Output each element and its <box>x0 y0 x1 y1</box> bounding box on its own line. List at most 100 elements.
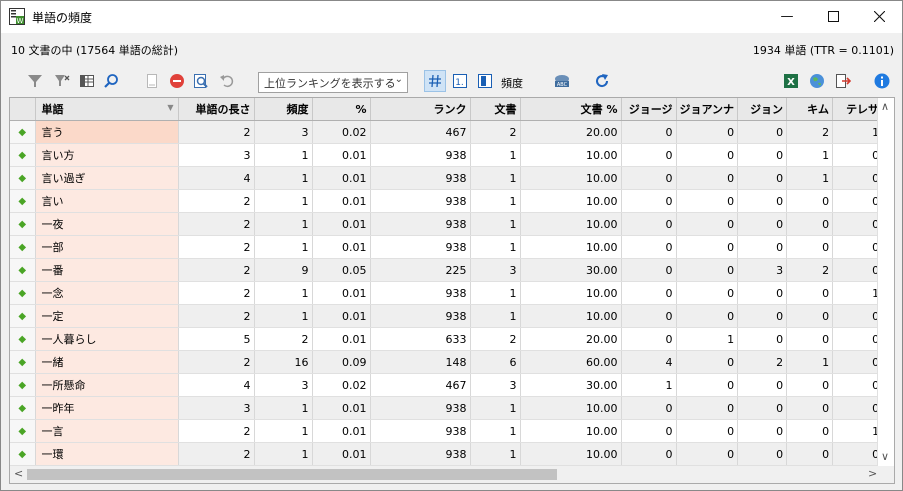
value-cell: 938 <box>370 235 471 259</box>
value-cell: 0 <box>737 373 788 397</box>
value-cell: 1 <box>470 143 521 167</box>
table-row[interactable]: ◆ 一念 2 1 0.01 938 1 10.00 0 0 0 0 1 <box>10 281 891 305</box>
table-row[interactable]: ◆ 一所懸命 4 3 0.02 467 3 30.00 1 0 0 0 0 <box>10 373 891 397</box>
excel-export-button[interactable]: X <box>780 70 802 92</box>
column-header-george[interactable]: ジョージ <box>621 98 677 121</box>
word-frequency-table[interactable]: 単語 ▼ 単語の長さ 頻度 % ランク 文書 文書 % ジョージ ジョアンナ ジョ… <box>9 97 895 468</box>
value-cell: 0 <box>621 143 677 167</box>
value-cell: 1 <box>470 166 521 190</box>
filter-button[interactable] <box>24 70 46 92</box>
table-row[interactable]: ◆ 一定 2 1 0.01 938 1 10.00 0 0 0 0 0 <box>10 304 891 328</box>
remove-button[interactable] <box>166 70 188 92</box>
value-cell: 60.00 <box>520 350 622 374</box>
undo-button[interactable] <box>216 70 238 92</box>
row-marker-icon: ◆ <box>10 235 36 259</box>
table-row[interactable]: ◆ 一部 2 1 0.01 938 1 10.00 0 0 0 0 0 <box>10 235 891 259</box>
globe-icon <box>810 74 824 88</box>
maximize-button[interactable] <box>810 1 856 31</box>
column-header-teresa[interactable]: テレサ <box>832 98 884 121</box>
value-cell: 1 <box>254 281 313 305</box>
column-header-word[interactable]: 単語 ▼ <box>35 98 179 121</box>
table-row[interactable]: ◆ 一番 2 9 0.05 225 3 30.00 0 0 3 2 0 <box>10 258 891 282</box>
value-cell: 1 <box>470 235 521 259</box>
value-cell: 10.00 <box>520 281 622 305</box>
rank-view-button[interactable]: 1. <box>449 70 471 92</box>
table-row[interactable]: ◆ 一環 2 1 0.01 938 1 10.00 0 0 0 0 0 <box>10 442 891 466</box>
table-row[interactable]: ◆ 言い過ぎ 4 1 0.01 938 1 10.00 0 0 0 1 0 <box>10 166 891 190</box>
info-button[interactable] <box>871 70 893 92</box>
value-cell: 1 <box>832 281 884 305</box>
value-cell: 1 <box>254 396 313 420</box>
value-cell: 0 <box>676 189 739 213</box>
value-cell: 1 <box>470 419 521 443</box>
word-view-button[interactable] <box>474 70 496 92</box>
document-button[interactable] <box>141 70 163 92</box>
table-body: ◆ 言う 2 3 0.02 467 2 20.00 0 0 0 2 1 ◆ 言い方 3 1 0.01 938 1 10.… <box>10 120 891 466</box>
value-cell: 0 <box>786 373 834 397</box>
value-cell: 0 <box>676 212 739 236</box>
refresh-button[interactable] <box>591 70 613 92</box>
column-header-frequency[interactable]: 頻度 <box>254 98 313 121</box>
value-cell: 0 <box>737 143 788 167</box>
search-button[interactable] <box>100 70 122 92</box>
close-icon <box>873 10 885 22</box>
table-header-row: 単語 ▼ 単語の長さ 頻度 % ランク 文書 文書 % ジョージ ジョアンナ ジョ… <box>10 98 890 121</box>
value-cell: 0 <box>786 281 834 305</box>
columns-button[interactable] <box>76 70 98 92</box>
table-row[interactable]: ◆ 言い 2 1 0.01 938 1 10.00 0 0 0 0 0 <box>10 189 891 213</box>
table-row[interactable]: ◆ 一言 2 1 0.01 938 1 10.00 0 0 0 0 1 <box>10 419 891 443</box>
table-row[interactable]: ◆ 一昨年 3 1 0.01 938 1 10.00 0 0 0 0 0 <box>10 396 891 420</box>
value-cell: 467 <box>370 120 471 144</box>
table-row[interactable]: ◆ 一人暮らし 5 2 0.01 633 2 20.00 0 1 0 0 0 <box>10 327 891 351</box>
abc-button[interactable]: ABC <box>551 70 573 92</box>
value-cell: 0.01 <box>312 442 371 466</box>
value-cell: 2 <box>737 350 788 374</box>
value-cell: 0 <box>621 120 677 144</box>
value-cell: 10.00 <box>520 189 622 213</box>
value-cell: 0 <box>832 189 884 213</box>
clear-filter-button[interactable] <box>51 70 73 92</box>
export-button[interactable] <box>832 70 854 92</box>
column-header-rank[interactable]: ランク <box>370 98 471 121</box>
value-cell: 0 <box>832 396 884 420</box>
column-header-john[interactable]: ジョン <box>737 98 788 121</box>
row-marker-icon: ◆ <box>10 258 36 282</box>
scroll-up-icon[interactable]: ∧ <box>881 100 889 113</box>
column-header-length[interactable]: 単語の長さ <box>178 98 255 121</box>
row-marker-icon: ◆ <box>10 442 36 466</box>
column-header-joanna[interactable]: ジョアンナ <box>676 98 739 121</box>
scroll-down-icon[interactable]: ∨ <box>881 450 889 463</box>
hash-view-button[interactable] <box>424 70 446 92</box>
vertical-scrollbar[interactable]: ∧ ∨ <box>877 98 894 467</box>
value-cell: 1 <box>470 212 521 236</box>
column-header-documents[interactable]: 文書 <box>470 98 521 121</box>
web-button[interactable] <box>806 70 828 92</box>
table-row[interactable]: ◆ 一夜 2 1 0.01 938 1 10.00 0 0 0 0 0 <box>10 212 891 236</box>
horizontal-scroll-thumb[interactable] <box>27 469 557 480</box>
value-cell: 0.01 <box>312 304 371 328</box>
refresh-icon <box>596 74 609 88</box>
ranking-dropdown[interactable]: 上位ランキングを表示する ⌄ <box>258 72 408 93</box>
value-cell: 0 <box>832 258 884 282</box>
close-button[interactable] <box>856 1 902 31</box>
value-cell: 938 <box>370 419 471 443</box>
value-cell: 0.01 <box>312 166 371 190</box>
table-row[interactable]: ◆ 言う 2 3 0.02 467 2 20.00 0 0 0 2 1 <box>10 120 891 144</box>
word-cell: 言い過ぎ <box>35 166 179 190</box>
table-row[interactable]: ◆ 言い方 3 1 0.01 938 1 10.00 0 0 0 1 0 <box>10 143 891 167</box>
horizontal-scrollbar[interactable]: < > <box>9 466 895 484</box>
ranking-dropdown-label: 上位ランキングを表示する <box>264 77 396 90</box>
value-cell: 1 <box>254 189 313 213</box>
column-header-percent[interactable]: % <box>312 98 371 121</box>
zoom-button[interactable] <box>190 70 212 92</box>
column-header-kim[interactable]: キム <box>786 98 834 121</box>
value-cell: 0 <box>676 373 739 397</box>
value-cell: 20.00 <box>520 120 622 144</box>
scroll-right-icon[interactable]: > <box>868 467 877 480</box>
value-cell: 0 <box>737 396 788 420</box>
column-header-documents-percent[interactable]: 文書 % <box>520 98 622 121</box>
scroll-left-icon[interactable]: < <box>14 467 23 480</box>
clear-filter-icon <box>55 75 70 86</box>
minimize-button[interactable]: — <box>764 1 810 31</box>
table-row[interactable]: ◆ 一緒 2 16 0.09 148 6 60.00 4 0 2 1 0 <box>10 350 891 374</box>
